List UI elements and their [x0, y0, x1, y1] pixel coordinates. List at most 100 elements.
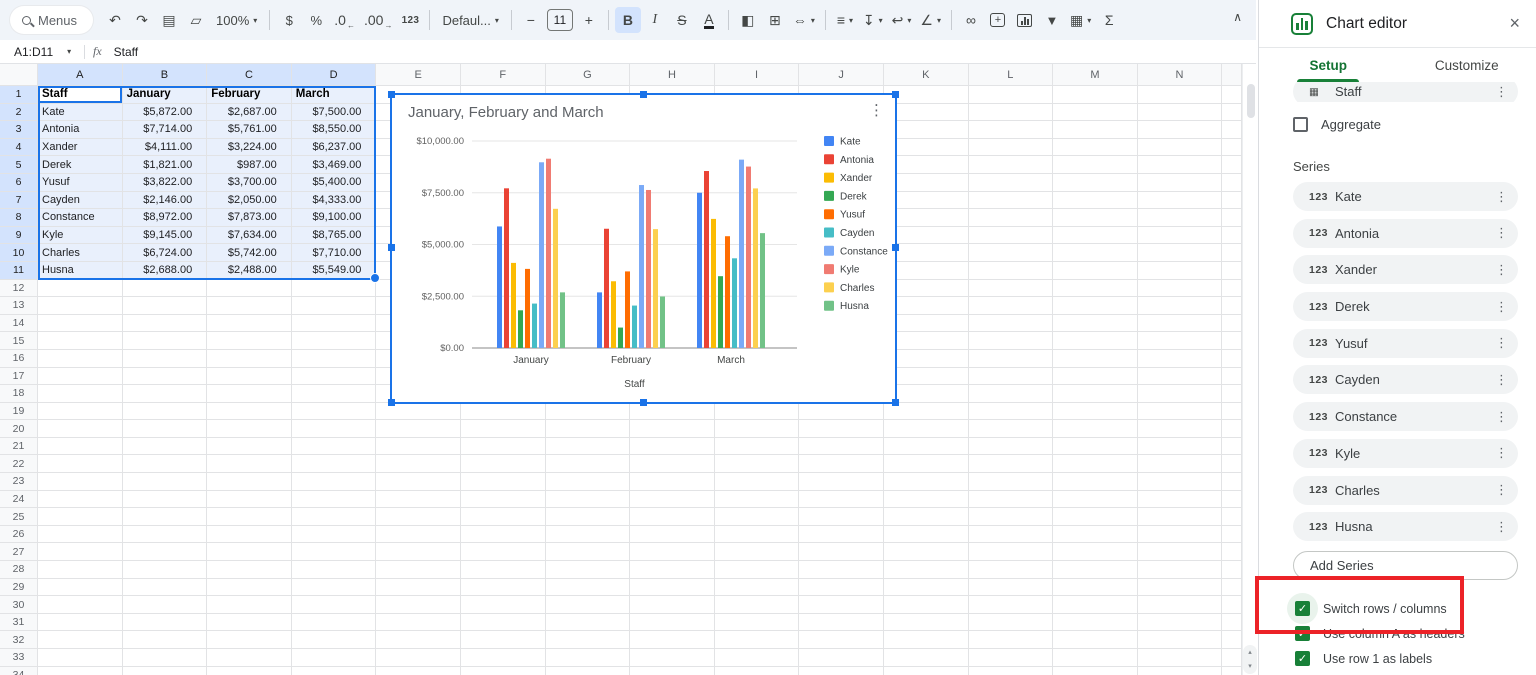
row-header-29[interactable]: 29 — [0, 579, 38, 597]
cell-K28[interactable] — [884, 561, 969, 579]
row-header-13[interactable]: 13 — [0, 297, 38, 315]
cell-M21[interactable] — [1053, 438, 1138, 456]
cell-B29[interactable] — [123, 579, 208, 597]
cell-C6[interactable]: $3,700.00 — [207, 174, 292, 192]
fill-handle[interactable] — [370, 273, 380, 283]
cell-B34[interactable] — [123, 667, 208, 675]
cell-C19[interactable] — [207, 403, 292, 421]
cell-N27[interactable] — [1138, 543, 1223, 561]
cell-D3[interactable]: $8,550.00 — [292, 121, 377, 139]
cell-A27[interactable] — [38, 543, 123, 561]
strikethrough-button[interactable]: S — [669, 7, 695, 33]
series-menu-icon[interactable]: ⋮ — [1495, 225, 1508, 241]
name-box[interactable]: A1:D11 ▾ — [0, 45, 76, 59]
cell-A28[interactable] — [38, 561, 123, 579]
redo-button[interactable]: ↷ — [129, 7, 155, 33]
row-header-23[interactable]: 23 — [0, 473, 38, 491]
close-panel-icon[interactable]: × — [1509, 13, 1520, 34]
undo-button[interactable]: ↶ — [102, 7, 128, 33]
cell-H29[interactable] — [630, 579, 715, 597]
cell-D31[interactable] — [292, 614, 377, 632]
row-header-21[interactable]: 21 — [0, 438, 38, 456]
insert-link-button[interactable]: ∞ — [958, 7, 984, 33]
scroll-down-icon[interactable]: ▾ — [1248, 663, 1252, 670]
row-header-10[interactable]: 10 — [0, 244, 38, 262]
row-header-32[interactable]: 32 — [0, 631, 38, 649]
series-item-kate[interactable]: 123Kate⋮ — [1293, 182, 1518, 211]
cell-M13[interactable] — [1053, 297, 1138, 315]
cell-G26[interactable] — [546, 526, 631, 544]
cell-D18[interactable] — [292, 385, 377, 403]
cell-N21[interactable] — [1138, 438, 1223, 456]
cell-B6[interactable]: $3,822.00 — [123, 174, 208, 192]
cell-C1[interactable]: February — [207, 86, 292, 104]
cell-J22[interactable] — [799, 455, 884, 473]
cell-D1[interactable]: March — [292, 86, 377, 104]
chart-resize-handle[interactable] — [892, 244, 899, 251]
series-menu-icon[interactable]: ⋮ — [1495, 189, 1508, 205]
cell-N30[interactable] — [1138, 596, 1223, 614]
cell-D21[interactable] — [292, 438, 377, 456]
cell-M25[interactable] — [1053, 508, 1138, 526]
cell-K25[interactable] — [884, 508, 969, 526]
cell-N12[interactable] — [1138, 280, 1223, 298]
cell-F21[interactable] — [461, 438, 546, 456]
cell-D12[interactable] — [292, 280, 377, 298]
cell-A32[interactable] — [38, 631, 123, 649]
cell-I24[interactable] — [715, 491, 800, 509]
zoom-button[interactable]: 100%▾ — [210, 7, 263, 33]
row-header-30[interactable]: 30 — [0, 596, 38, 614]
cell-B22[interactable] — [123, 455, 208, 473]
cell-I25[interactable] — [715, 508, 800, 526]
chart-resize-handle[interactable] — [892, 91, 899, 98]
cell-N26[interactable] — [1138, 526, 1223, 544]
checkbox-checked-icon[interactable]: ✓ — [1295, 651, 1310, 666]
cell-G33[interactable] — [546, 649, 631, 667]
bold-button[interactable]: B — [615, 7, 641, 33]
scrollbar-thumb[interactable] — [1247, 84, 1255, 118]
cell-E33[interactable] — [376, 649, 461, 667]
cell-B5[interactable]: $1,821.00 — [123, 156, 208, 174]
cell-L33[interactable] — [969, 649, 1054, 667]
aggregate-row[interactable]: Aggregate — [1293, 115, 1518, 133]
cell-A33[interactable] — [38, 649, 123, 667]
cell-B33[interactable] — [123, 649, 208, 667]
select-all-corner[interactable] — [0, 64, 38, 86]
cell-D20[interactable] — [292, 420, 377, 438]
cell-M30[interactable] — [1053, 596, 1138, 614]
cell-K26[interactable] — [884, 526, 969, 544]
cell-H27[interactable] — [630, 543, 715, 561]
cell-M7[interactable] — [1053, 192, 1138, 210]
text-rotation-button[interactable]: ∠▾ — [916, 7, 945, 33]
cell-J32[interactable] — [799, 631, 884, 649]
cell-A11[interactable]: Husna — [38, 262, 123, 280]
row-header-27[interactable]: 27 — [0, 543, 38, 561]
font-size-button[interactable]: 11 — [547, 9, 573, 31]
cell-H33[interactable] — [630, 649, 715, 667]
cell-I21[interactable] — [715, 438, 800, 456]
cell-F34[interactable] — [461, 667, 546, 675]
cell-J26[interactable] — [799, 526, 884, 544]
formula-input[interactable]: Staff — [114, 45, 138, 59]
cell-A4[interactable]: Xander — [38, 139, 123, 157]
cell-N7[interactable] — [1138, 192, 1223, 210]
column-header-N[interactable]: N — [1138, 64, 1223, 86]
cell-E29[interactable] — [376, 579, 461, 597]
cell-L1[interactable] — [969, 86, 1054, 104]
cell-L26[interactable] — [969, 526, 1054, 544]
cell-H22[interactable] — [630, 455, 715, 473]
cell-D32[interactable] — [292, 631, 377, 649]
cell-N3[interactable] — [1138, 121, 1223, 139]
row-header-3[interactable]: 3 — [0, 121, 38, 139]
column-header-G[interactable]: G — [546, 64, 631, 86]
cell-L5[interactable] — [969, 156, 1054, 174]
cell-H21[interactable] — [630, 438, 715, 456]
cell-A34[interactable] — [38, 667, 123, 675]
cell-M29[interactable] — [1053, 579, 1138, 597]
series-menu-icon[interactable]: ⋮ — [1495, 482, 1508, 498]
cell-B23[interactable] — [123, 473, 208, 491]
cell-G20[interactable] — [546, 420, 631, 438]
tab-customize[interactable]: Customize — [1398, 48, 1536, 82]
cell-B13[interactable] — [123, 297, 208, 315]
cell-M22[interactable] — [1053, 455, 1138, 473]
